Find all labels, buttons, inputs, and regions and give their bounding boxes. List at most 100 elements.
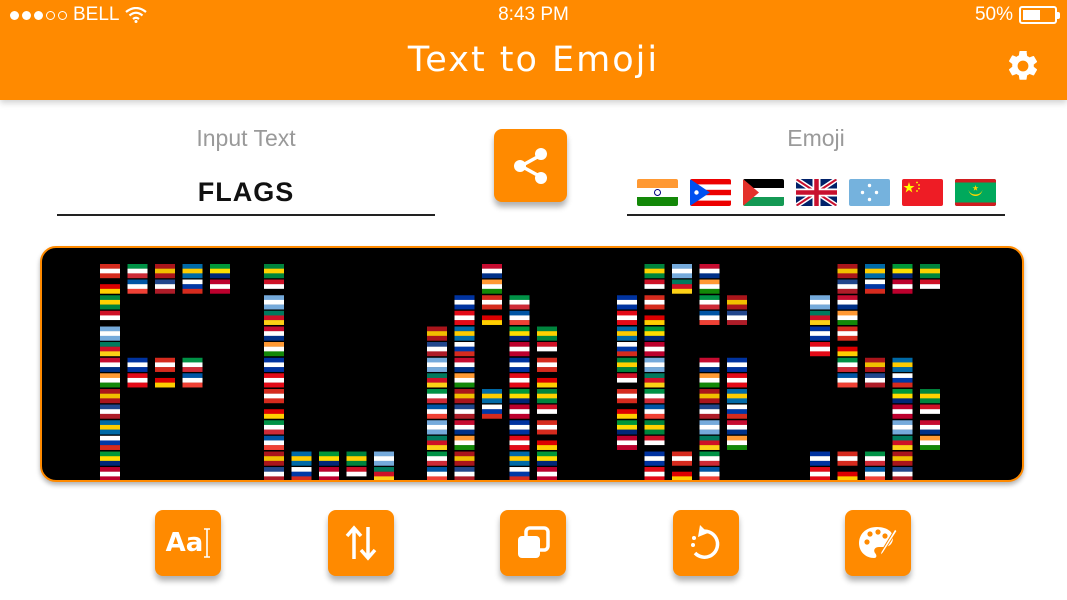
mosaic-flag bbox=[509, 435, 530, 450]
mosaic-flag bbox=[699, 310, 720, 325]
mosaic-flag bbox=[454, 357, 475, 372]
mosaic-flag bbox=[865, 279, 885, 294]
input-text-label: Input Text bbox=[196, 125, 296, 151]
mosaic-flag bbox=[264, 404, 284, 419]
mosaic-flag bbox=[837, 295, 858, 310]
font-button[interactable]: Aa bbox=[155, 510, 221, 576]
mosaic-flag bbox=[482, 404, 502, 419]
reset-button[interactable] bbox=[673, 510, 739, 576]
mosaic-flag bbox=[644, 451, 665, 466]
mosaic-flag bbox=[509, 326, 530, 341]
emoji-output-field[interactable] bbox=[627, 170, 1005, 216]
mosaic-flag bbox=[865, 264, 885, 279]
mosaic-flag bbox=[837, 373, 858, 388]
mosaic-flag bbox=[100, 342, 120, 357]
mosaic-flag bbox=[537, 342, 557, 357]
mosaic-flag bbox=[155, 357, 175, 372]
mosaic-flag bbox=[865, 357, 885, 372]
mosaic-flag bbox=[264, 310, 284, 325]
mosaic-flag bbox=[319, 467, 339, 480]
mosaic-flag bbox=[892, 357, 913, 372]
mosaic-flag bbox=[210, 264, 230, 279]
mosaic-flag bbox=[482, 279, 502, 294]
mosaic-flag bbox=[644, 279, 665, 294]
mosaic-flag bbox=[892, 467, 913, 480]
mosaic-flag bbox=[865, 467, 885, 480]
mosaic-flag bbox=[617, 295, 637, 310]
mosaic-flag bbox=[509, 310, 530, 325]
mosaic-flag bbox=[837, 279, 858, 294]
mosaic-flag bbox=[727, 310, 747, 325]
mosaic-flag bbox=[264, 451, 284, 466]
mosaic-flag bbox=[617, 420, 637, 435]
mosaic-flag bbox=[346, 451, 367, 466]
mosaic-flag bbox=[374, 467, 394, 480]
emoji-art-preview[interactable] bbox=[40, 246, 1024, 482]
mosaic-flag bbox=[454, 420, 475, 435]
share-button[interactable] bbox=[494, 129, 567, 202]
mosaic-flag bbox=[810, 310, 830, 325]
mosaic-flag bbox=[920, 435, 940, 450]
mosaic-flag bbox=[264, 279, 284, 294]
mosaic-flag bbox=[100, 389, 120, 404]
mosaic-flag bbox=[699, 357, 720, 372]
mosaic-flag bbox=[892, 420, 913, 435]
mosaic-flag bbox=[617, 326, 637, 341]
flag-china bbox=[901, 178, 943, 206]
mosaic-flag bbox=[454, 467, 475, 480]
mosaic-flag bbox=[509, 373, 530, 388]
mosaic-flag bbox=[100, 357, 120, 372]
mosaic-flag bbox=[644, 264, 665, 279]
mosaic-flag bbox=[837, 310, 858, 325]
app-title: Text to Emoji bbox=[407, 40, 660, 80]
mosaic-flag bbox=[892, 451, 913, 466]
mosaic-flag bbox=[482, 264, 502, 279]
mosaic-flag bbox=[837, 342, 858, 357]
mosaic-flag bbox=[427, 420, 447, 435]
mosaic-flag bbox=[509, 389, 530, 404]
text-cursor-icon bbox=[204, 528, 211, 558]
mosaic-flag bbox=[672, 451, 692, 466]
flag-palestine bbox=[742, 178, 784, 206]
swap-button[interactable] bbox=[328, 510, 394, 576]
mosaic-flag bbox=[264, 264, 284, 279]
mosaic-flag bbox=[617, 404, 637, 419]
mosaic-flag bbox=[100, 435, 120, 450]
input-text-field[interactable]: FLAGS bbox=[57, 170, 435, 216]
mosaic-flag bbox=[427, 404, 447, 419]
mosaic-flag bbox=[672, 264, 692, 279]
copy-button[interactable] bbox=[500, 510, 566, 576]
mosaic-flag bbox=[155, 279, 175, 294]
mosaic-flag bbox=[127, 264, 148, 279]
mosaic-flag bbox=[264, 389, 284, 404]
gear-icon bbox=[1008, 50, 1038, 80]
settings-button[interactable] bbox=[1003, 46, 1043, 86]
mosaic-flag bbox=[699, 451, 720, 466]
font-icon: Aa bbox=[165, 528, 204, 558]
mosaic-flag bbox=[319, 451, 339, 466]
mosaic-flag bbox=[810, 342, 830, 357]
mosaic-flag bbox=[427, 373, 447, 388]
mosaic-flag bbox=[482, 389, 502, 404]
palette-button[interactable] bbox=[845, 510, 911, 576]
mosaic-flag bbox=[264, 467, 284, 480]
mosaic-flag bbox=[537, 326, 557, 341]
mosaic-flag bbox=[644, 357, 665, 372]
mosaic-flag bbox=[537, 420, 557, 435]
mosaic-flag bbox=[509, 357, 530, 372]
mosaic-flag bbox=[810, 295, 830, 310]
mosaic-flag bbox=[644, 326, 665, 341]
mosaic-flag bbox=[644, 420, 665, 435]
flag-mauritania bbox=[954, 178, 996, 206]
mosaic-flag bbox=[182, 357, 203, 372]
mosaic-flag bbox=[537, 467, 557, 480]
mosaic-flag bbox=[537, 451, 557, 466]
flag-puerto-rico bbox=[689, 178, 731, 206]
mosaic-flag bbox=[617, 389, 637, 404]
mosaic-flag bbox=[427, 326, 447, 341]
mosaic-flag bbox=[346, 467, 367, 480]
mosaic-flag bbox=[920, 264, 940, 279]
mosaic-flag bbox=[427, 342, 447, 357]
mosaic-flag bbox=[427, 389, 447, 404]
mosaic-flag bbox=[644, 389, 665, 404]
